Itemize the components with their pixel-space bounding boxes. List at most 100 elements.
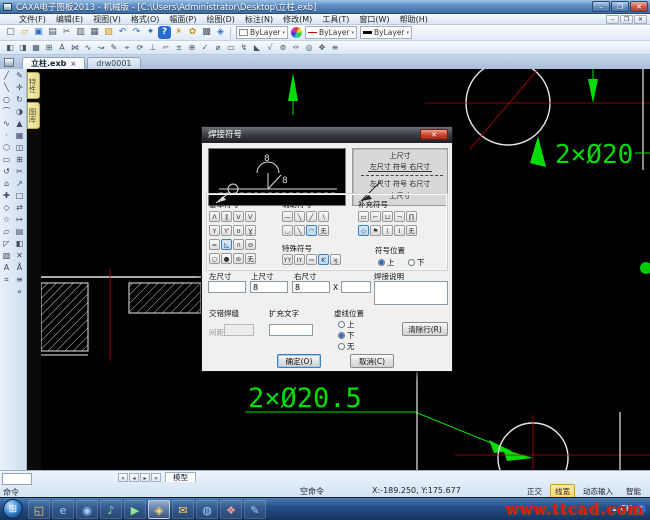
basic-symbol-button[interactable]: ∩: [233, 239, 244, 250]
modify-tool-icon[interactable]: ↻: [14, 94, 26, 106]
taskbar-app-icon[interactable]: ✎: [244, 500, 266, 519]
supp-symbol-button[interactable]: ⌐: [370, 211, 381, 222]
table-icon[interactable]: ⊞: [43, 42, 55, 54]
render-icon[interactable]: ✿: [186, 26, 199, 39]
modify-tool-icon[interactable]: ↦: [14, 214, 26, 226]
clear-row-button[interactable]: 清除行(R): [402, 322, 448, 336]
taskbar-app-icon[interactable]: ❖: [220, 500, 242, 519]
hyperlink-icon[interactable]: ✦: [144, 26, 157, 39]
bulb-icon[interactable]: ☀: [172, 26, 185, 39]
command-input[interactable]: [2, 473, 32, 485]
dash-none-radio[interactable]: 无: [338, 341, 355, 352]
balloon-icon[interactable]: ⊚: [277, 42, 289, 54]
spline-icon[interactable]: ∿: [82, 42, 94, 54]
modify-tool-icon[interactable]: Å: [14, 262, 26, 274]
special-symbol-button[interactable]: ΥΥ: [282, 254, 293, 265]
draw-tool-icon[interactable]: ↺: [1, 166, 13, 178]
draw-tool-icon[interactable]: ▧: [1, 250, 13, 262]
supp-symbol-button[interactable]: ⊔: [382, 211, 393, 222]
rect-icon[interactable]: ▭: [225, 42, 237, 54]
modify-tool-icon[interactable]: ▲: [14, 118, 26, 130]
supp-symbol-button[interactable]: ⟨: [382, 225, 393, 236]
cancel-button[interactable]: 取消(C): [350, 354, 394, 368]
modify-tool-icon[interactable]: ◑: [14, 106, 26, 118]
ole-icon[interactable]: ▦: [30, 42, 42, 54]
lineweight-bylayer-dropdown[interactable]: ByLayer ▾: [360, 26, 412, 39]
basic-symbol-button[interactable]: Λ: [209, 211, 220, 222]
child-minimize-button[interactable]: –: [606, 15, 619, 24]
copy-icon[interactable]: ▥: [74, 26, 87, 39]
aux-symbol-button[interactable]: ∖: [318, 211, 329, 222]
right-dim-input[interactable]: [292, 281, 330, 293]
datum-icon[interactable]: ⊕: [186, 42, 198, 54]
draw-tool-icon[interactable]: ○: [1, 94, 13, 106]
dim-icon[interactable]: ⌐: [160, 42, 172, 54]
ortho-icon[interactable]: ⊥: [147, 42, 159, 54]
taskbar-app-icon[interactable]: ♪: [100, 500, 122, 519]
aux-symbol-button[interactable]: ╱: [306, 211, 317, 222]
position-bottom-radio[interactable]: 下: [408, 257, 425, 268]
draw-tool-icon[interactable]: A: [1, 262, 13, 274]
cut-icon[interactable]: ✂: [60, 26, 73, 39]
modify-tool-icon[interactable]: ✛: [14, 82, 26, 94]
modify-tool-icon[interactable]: ✕: [14, 250, 26, 262]
props-icon[interactable]: ≡: [329, 42, 341, 54]
supp-symbol-button[interactable]: ∏: [406, 211, 417, 222]
modify-tool-icon[interactable]: ◫: [14, 142, 26, 154]
modify-tool-icon[interactable]: □: [14, 190, 26, 202]
weld-icon[interactable]: ◣: [251, 42, 263, 54]
minimize-button[interactable]: –: [592, 1, 610, 12]
aux-symbol-button[interactable]: —: [282, 211, 293, 222]
sheet-nav-button[interactable]: ◂: [129, 473, 139, 482]
tab-close-icon[interactable]: ×: [70, 58, 76, 70]
draw-tool-icon[interactable]: ╲: [1, 82, 13, 94]
menu-item[interactable]: 编辑(E): [51, 14, 88, 25]
diameter-icon[interactable]: ⌀: [212, 42, 224, 54]
dim-style-icon[interactable]: ⋈: [69, 42, 81, 54]
sheet-nav-button[interactable]: »: [151, 473, 161, 482]
paste-icon[interactable]: ▦: [88, 26, 101, 39]
supp-symbol-button[interactable]: ¬: [394, 211, 405, 222]
dimension-text-bottom[interactable]: 2×Ø20.5: [248, 383, 362, 414]
modify-tool-icon[interactable]: ▤: [14, 226, 26, 238]
position-top-radio[interactable]: 上: [378, 257, 395, 268]
panel-tab-library[interactable]: 图库: [27, 102, 40, 129]
doc-tab-inactive[interactable]: drw0001: [87, 57, 140, 69]
draw-tool-icon[interactable]: ⬡: [1, 142, 13, 154]
dash-bottom-radio[interactable]: 下: [338, 330, 355, 341]
dialog-close-button[interactable]: ✕: [420, 129, 448, 140]
taskbar-app-icon[interactable]: ✉: [172, 500, 194, 519]
text-style-icon[interactable]: A: [56, 42, 68, 54]
draw-tool-icon[interactable]: ◇: [1, 202, 13, 214]
roughness-icon[interactable]: √: [264, 42, 276, 54]
snap-icon[interactable]: ⌖: [121, 42, 133, 54]
menu-item[interactable]: 窗口(W): [354, 14, 394, 25]
modify-tool-icon[interactable]: ✂: [14, 166, 26, 178]
basic-symbol-button[interactable]: =: [209, 239, 220, 250]
menu-item[interactable]: 标注(N): [240, 14, 278, 25]
basic-symbol-button[interactable]: ∥: [221, 211, 232, 222]
count-input[interactable]: [341, 281, 371, 293]
check-icon[interactable]: ✓: [199, 42, 211, 54]
grip-point[interactable]: [640, 262, 650, 274]
ok-button[interactable]: 确定(O): [277, 354, 321, 368]
draw-tool-icon[interactable]: ∿: [1, 118, 13, 130]
taskbar-app-icon[interactable]: ◈: [148, 500, 170, 519]
aux-symbol-button[interactable]: 无: [318, 225, 329, 236]
display-icon[interactable]: ▩: [200, 26, 213, 39]
tolerance-icon[interactable]: ±: [173, 42, 185, 54]
aux-symbol-button[interactable]: ╲: [294, 225, 305, 236]
undo-icon[interactable]: ↶: [116, 26, 129, 39]
basic-symbol-button[interactable]: ⊜: [233, 253, 244, 264]
menu-item[interactable]: 格式(O): [126, 14, 165, 25]
menu-item[interactable]: 文件(F): [14, 14, 51, 25]
weld-description-input[interactable]: [374, 281, 448, 305]
modify-tool-icon[interactable]: «: [14, 286, 26, 298]
modify-tool-icon[interactable]: ✎: [14, 70, 26, 82]
taskbar-app-icon[interactable]: ◉: [76, 500, 98, 519]
pan-icon[interactable]: ✥: [316, 42, 328, 54]
basic-symbol-button[interactable]: ●: [221, 253, 232, 264]
draw-tool-icon[interactable]: ▭: [1, 154, 13, 166]
doc-tab-active[interactable]: 立柱.exb ×: [22, 57, 85, 69]
top-dim-input[interactable]: [250, 281, 288, 293]
